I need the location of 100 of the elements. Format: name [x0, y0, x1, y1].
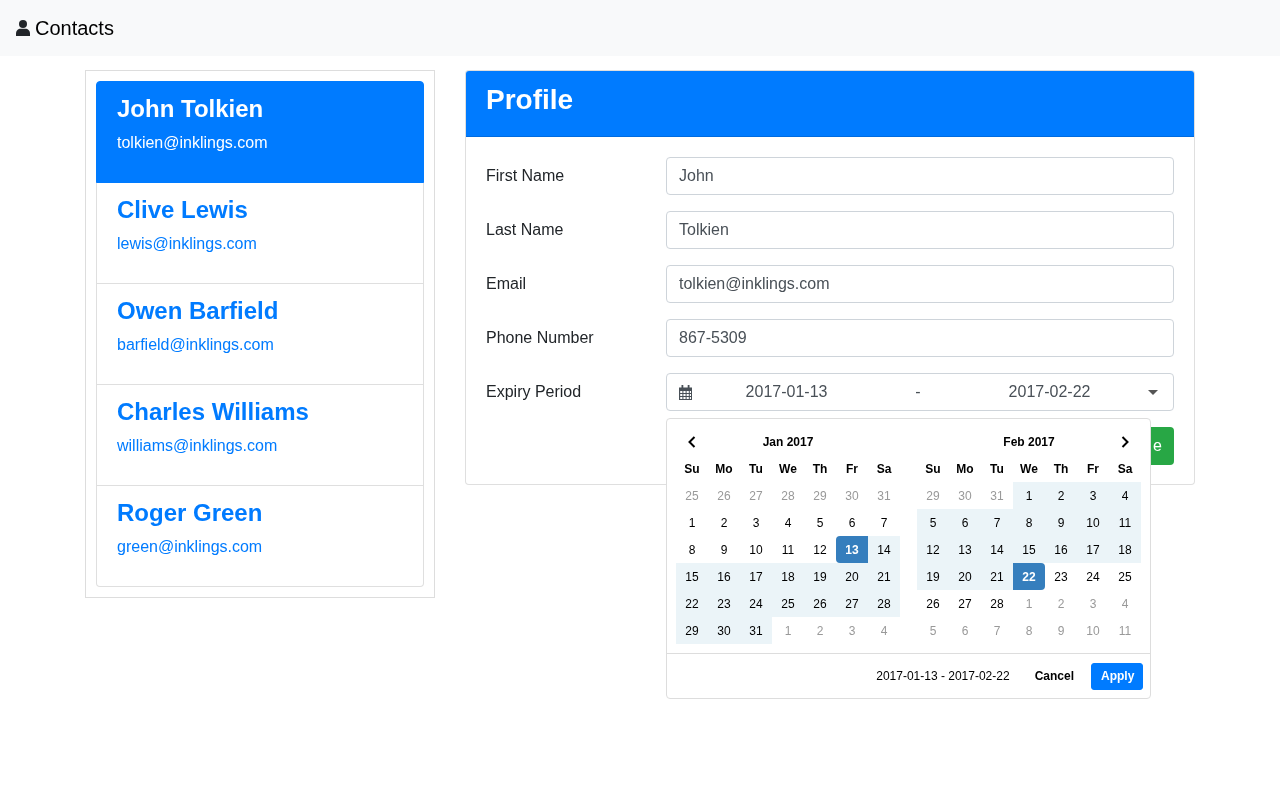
calendar-day[interactable]: 1 — [676, 509, 708, 536]
calendar-day[interactable]: 20 — [949, 563, 981, 590]
calendar-day[interactable]: 11 — [1109, 509, 1141, 536]
start-date: 2017-01-13 — [745, 382, 828, 402]
calendar-day[interactable]: 4 — [772, 509, 804, 536]
contact-item[interactable]: John Tolkien tolkien@inklings.com — [96, 81, 424, 183]
selected-range-text: 2017-01-13 - 2017-02-22 — [876, 670, 1010, 682]
calendar-day[interactable]: 26 — [804, 590, 836, 617]
caret-down-icon — [1148, 389, 1158, 395]
chevron-right-icon[interactable] — [1121, 435, 1129, 448]
contact-email: tolkien@inklings.com — [117, 133, 268, 153]
weekday-label: Tu — [981, 455, 1013, 482]
calendar-day[interactable]: 22 — [1013, 563, 1045, 590]
calendar-day[interactable]: 13 — [949, 536, 981, 563]
calendar-day[interactable]: 24 — [1077, 563, 1109, 590]
weekday-label: Tu — [748, 460, 764, 478]
calendar-day[interactable]: 9 — [708, 536, 740, 563]
calendar-day[interactable]: 13 — [836, 536, 868, 563]
contact-name: Roger Green — [117, 498, 263, 527]
card-title: Profile — [486, 83, 574, 117]
calendar-day[interactable]: 15 — [1013, 536, 1045, 563]
calendar-day[interactable]: 6 — [949, 509, 981, 536]
calendar-day[interactable]: 18 — [1109, 536, 1141, 563]
calendar-day[interactable]: 17 — [740, 563, 772, 590]
calendar-day[interactable]: 17 — [1077, 536, 1109, 563]
calendar-day[interactable]: 23 — [1045, 563, 1077, 590]
field-label: Expiry Period — [486, 382, 582, 402]
calendar-day[interactable]: 20 — [836, 563, 868, 590]
brand-link[interactable]: Contacts — [35, 16, 114, 40]
calendar-day[interactable]: 10 — [740, 536, 772, 563]
calendar-day[interactable]: 7 — [868, 509, 900, 536]
calendar-day[interactable]: 18 — [772, 563, 804, 590]
calendar-day[interactable]: 26 — [917, 590, 949, 617]
calendar-day[interactable]: 7 — [981, 509, 1013, 536]
text-input[interactable]: tolkien@inklings.com — [666, 265, 1174, 303]
calendar-day[interactable]: 14 — [868, 536, 900, 563]
calendar-day[interactable]: 5 — [917, 509, 949, 536]
field-label: Last Name — [486, 220, 564, 240]
calendar-day[interactable]: 29 — [676, 617, 708, 644]
apply-button[interactable]: Apply — [1091, 662, 1143, 690]
calendar-day[interactable]: 28 — [981, 590, 1013, 617]
calendar-day[interactable]: 23 — [708, 590, 740, 617]
text-input[interactable]: 867-5309 — [666, 319, 1174, 357]
contact-item[interactable]: Charles Williams williams@inklings.com — [96, 384, 424, 486]
calendar-day[interactable]: 30 — [708, 617, 740, 644]
weekday-label: Sa — [875, 460, 893, 478]
contact-email: williams@inklings.com — [117, 436, 278, 456]
calendar-day[interactable]: 14 — [981, 536, 1013, 563]
calendar-day[interactable]: 27 — [949, 590, 981, 617]
calendar-day[interactable]: 8 — [1013, 509, 1045, 536]
calendar-day[interactable]: 2 — [708, 509, 740, 536]
calendar-day[interactable]: 21 — [981, 563, 1013, 590]
calendar-day[interactable]: 16 — [708, 563, 740, 590]
calendar-day[interactable]: 12 — [804, 536, 836, 563]
calendar-day[interactable]: 19 — [917, 563, 949, 590]
contact-name: Charles Williams — [117, 397, 309, 426]
weekday-label: Fr — [1077, 455, 1109, 482]
calendar-day[interactable]: 24 — [740, 590, 772, 617]
contact-name: Clive Lewis — [117, 195, 248, 224]
calendar-day[interactable]: 3 — [740, 509, 772, 536]
calendar-day[interactable]: 16 — [1045, 536, 1077, 563]
calendar-day[interactable]: 8 — [676, 536, 708, 563]
user-icon — [16, 20, 30, 36]
contact-email: green@inklings.com — [117, 537, 263, 557]
contact-item[interactable]: Roger Green green@inklings.com — [96, 485, 424, 587]
calendar-day[interactable]: 6 — [836, 509, 868, 536]
end-date: 2017-02-22 — [1008, 382, 1091, 402]
field-label: Email — [486, 274, 526, 294]
contact-item[interactable]: Owen Barfield barfield@inklings.com — [96, 283, 424, 385]
calendar-day[interactable]: 22 — [676, 590, 708, 617]
calendar-day[interactable]: 3 — [1077, 482, 1109, 509]
weekday-label: Th — [811, 460, 829, 478]
chevron-left-icon[interactable] — [688, 435, 696, 448]
calendar-day[interactable]: 11 — [772, 536, 804, 563]
calendar-day[interactable]: 25 — [772, 590, 804, 617]
weekday-label: Su — [924, 460, 942, 478]
calendar-day[interactable]: 15 — [676, 563, 708, 590]
month-title: Feb 2017 — [1002, 433, 1056, 451]
calendar-day[interactable]: 21 — [868, 563, 900, 590]
weekday-label: Th — [1045, 455, 1077, 482]
field-label: Phone Number — [486, 328, 594, 348]
calendar-day[interactable]: 1 — [1013, 482, 1045, 509]
calendar-day[interactable]: 12 — [917, 536, 949, 563]
calendar-day[interactable]: 27 — [836, 590, 868, 617]
calendar-day[interactable]: 5 — [804, 509, 836, 536]
calendar-day[interactable]: 25 — [1109, 563, 1141, 590]
calendar-day[interactable]: 9 — [1045, 509, 1077, 536]
weekday-label: Sa — [1109, 455, 1141, 482]
calendar-day[interactable]: 19 — [804, 563, 836, 590]
calendar-day[interactable]: 4 — [1109, 482, 1141, 509]
contact-item[interactable]: Clive Lewis lewis@inklings.com — [96, 182, 424, 284]
calendar-day[interactable]: 10 — [1077, 509, 1109, 536]
calendar-day[interactable]: 2 — [1045, 482, 1077, 509]
date-range-field[interactable]: 2017-01-13 - 2017-02-22 — [666, 373, 1174, 411]
calendar-day[interactable]: 31 — [740, 617, 772, 644]
month-title: Jan 2017 — [761, 433, 815, 451]
text-input[interactable]: John — [666, 157, 1174, 195]
text-input[interactable]: Tolkien — [666, 211, 1174, 249]
calendar-icon — [678, 384, 693, 400]
calendar-day[interactable]: 28 — [868, 590, 900, 617]
